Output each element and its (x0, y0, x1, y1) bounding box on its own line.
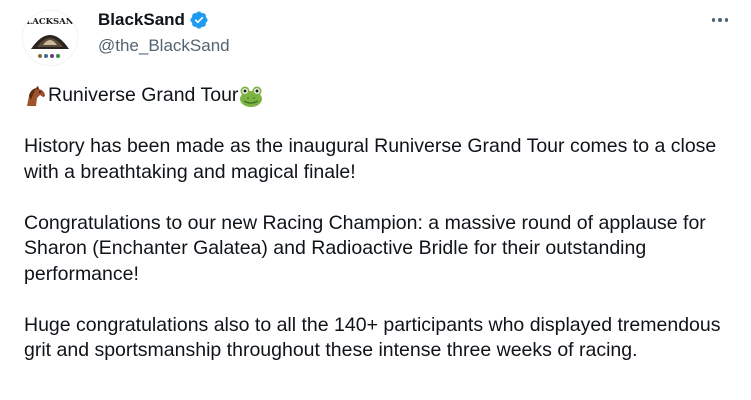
verified-badge-icon (189, 10, 209, 30)
tweet-card: BLACKSAND BlackSand @the_BlackSand (0, 0, 751, 400)
tweet-title: Runiverse Grand Tour (48, 84, 239, 106)
tweet-body: Runiverse Grand Tour History has been ma… (24, 83, 729, 389)
tweet-title-line: Runiverse Grand Tour (24, 83, 729, 109)
tweet-paragraph-3: Huge congratulations also to all the 140… (24, 313, 721, 362)
author-handle[interactable]: @the_BlackSand (98, 36, 230, 56)
svg-text:BLACKSAND: BLACKSAND (23, 17, 77, 27)
tweet-paragraph-2: Congratulations to our new Racing Champi… (24, 211, 706, 285)
frog-emoji (238, 84, 263, 108)
tweet-paragraph-1: History has been made as the inaugural R… (24, 135, 717, 183)
author-name-row: BlackSand (98, 10, 209, 30)
avatar-logo: BLACKSAND (23, 11, 77, 65)
more-options-icon[interactable] (707, 10, 733, 30)
horse-emoji (24, 84, 48, 108)
avatar[interactable]: BLACKSAND (22, 10, 78, 66)
author-display-name[interactable]: BlackSand (98, 10, 185, 30)
